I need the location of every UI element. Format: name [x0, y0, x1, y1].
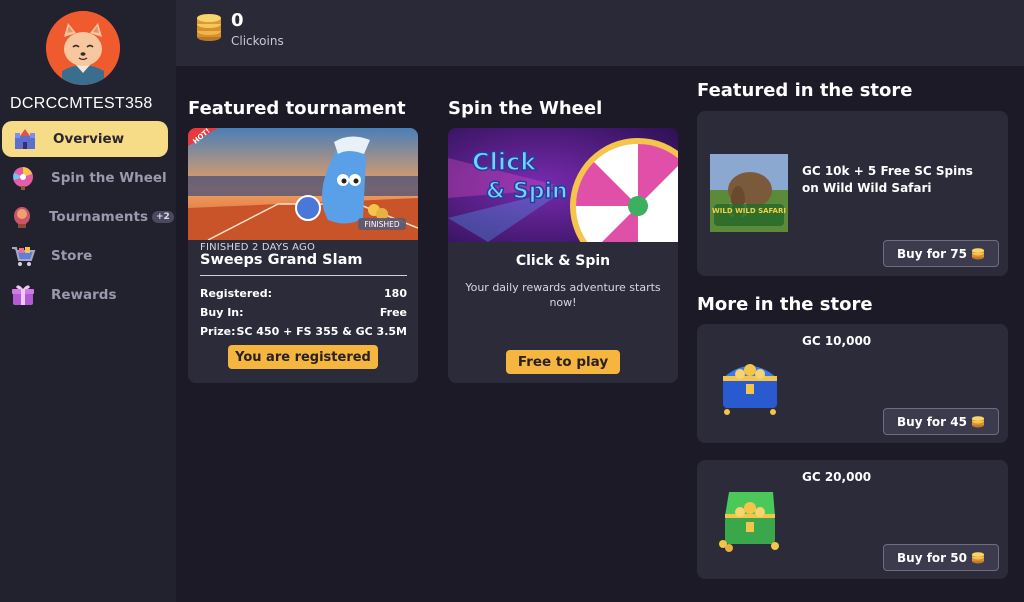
sidebar-item-spin-the-wheel[interactable]: Spin the Wheel — [0, 160, 168, 196]
coin-stack-icon — [194, 13, 224, 43]
wild-wild-safari-image: WILD WILD SAFARI — [710, 154, 788, 232]
more-store-title: More in the store — [697, 294, 873, 315]
clickoins-label: Clickoins — [231, 34, 284, 48]
clickoins-value: 0 — [231, 10, 244, 31]
buy-in-label: Buy In: — [200, 306, 244, 319]
registered-label: Registered: — [200, 287, 272, 300]
buy-label: Buy for 75 — [897, 246, 967, 261]
buy-gc-20000-button[interactable]: Buy for 50 — [883, 544, 999, 571]
sidebar-item-label: Store — [51, 248, 93, 264]
buy-label: Buy for 50 — [897, 550, 967, 565]
sidebar: DCRCCMTEST358 Overview Spin the Wheel To… — [0, 0, 176, 602]
sidebar-item-overview[interactable]: Overview — [2, 121, 168, 157]
tournament-card[interactable]: HOT! FINISHED FINISHED 2 DAYS AGO Sweeps… — [188, 128, 418, 383]
featured-store-title: Featured in the store — [697, 80, 913, 101]
prize-label: Prize: — [200, 325, 236, 338]
click-word: Click — [472, 148, 537, 176]
spin-wheel-banner-image: Click & Spin — [448, 128, 678, 242]
castle-icon — [11, 125, 39, 153]
sidebar-item-tournaments[interactable]: Tournaments +2 — [0, 199, 174, 235]
coin-icon — [971, 247, 984, 259]
registered-button[interactable]: You are registered — [228, 345, 378, 369]
trophy-icon — [9, 203, 35, 231]
top-bar: 0 Clickoins — [176, 0, 1024, 66]
spin-card[interactable]: Click & Spin Click & Spin Your daily rew… — [448, 128, 678, 383]
store-item-card[interactable]: GC 20,000 Buy for 50 — [697, 460, 1008, 579]
username: DCRCCMTEST358 — [10, 95, 153, 112]
buy-gc-10000-button[interactable]: Buy for 45 — [883, 408, 999, 435]
sidebar-item-label: Tournaments — [49, 209, 149, 225]
game-name-text: WILD WILD SAFARI — [712, 207, 786, 215]
prize-value: SC 450 + FS 355 & GC 3.5M — [236, 325, 407, 338]
featured-item-title: GC 10k + 5 Free SC Spins on Wild Wild Sa… — [802, 164, 973, 195]
store-item-title: GC 20,000 — [802, 470, 872, 484]
cart-icon — [9, 242, 37, 270]
spin-title: Click & Spin — [515, 253, 611, 269]
treasure-chest-icon — [719, 492, 779, 552]
treasure-chest-icon — [723, 364, 777, 415]
sidebar-item-store[interactable]: Store — [0, 238, 168, 274]
divider — [200, 275, 407, 276]
buy-in-value: Free — [379, 306, 407, 319]
notification-badge: +2 — [152, 211, 174, 223]
fox-avatar-icon — [46, 11, 120, 85]
store-item-card[interactable]: GC 10,000 Buy for 45 — [697, 324, 1008, 443]
tournament-name: Sweeps Grand Slam — [200, 252, 363, 268]
sidebar-item-label: Spin the Wheel — [51, 170, 167, 186]
spin-description: Your daily rewards adventure starts now! — [465, 281, 661, 309]
avatar[interactable] — [46, 11, 120, 85]
coin-icon — [971, 415, 984, 427]
free-to-play-button[interactable]: Free to play — [506, 350, 620, 374]
gift-icon — [9, 281, 37, 309]
sidebar-item-label: Overview — [53, 131, 125, 147]
store-item-title: GC 10,000 — [802, 334, 872, 348]
sidebar-item-label: Rewards — [51, 287, 117, 303]
featured-store-card[interactable]: WILD WILD SAFARI GC 10k + 5 Free SC Spin… — [697, 111, 1008, 276]
spin-the-wheel-title: Spin the Wheel — [448, 98, 603, 119]
finished-badge: FINISHED — [364, 220, 399, 229]
wheel-icon — [9, 164, 37, 192]
and-spin-word: & Spin — [486, 179, 568, 204]
buy-label: Buy for 45 — [897, 414, 967, 429]
featured-tournament-title: Featured tournament — [188, 98, 406, 119]
coin-icon — [971, 551, 984, 563]
sidebar-item-rewards[interactable]: Rewards — [0, 277, 168, 313]
registered-value: 180 — [384, 287, 407, 300]
buy-featured-button[interactable]: Buy for 75 — [883, 240, 999, 267]
tournament-banner-image: HOT! FINISHED — [188, 128, 418, 240]
